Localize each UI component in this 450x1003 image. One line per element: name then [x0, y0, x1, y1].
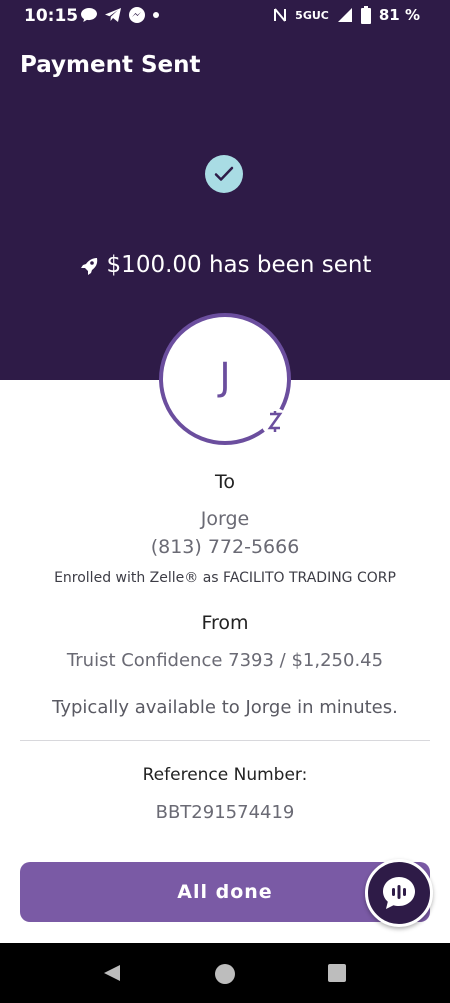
chat-icon	[383, 877, 415, 909]
nfc-icon	[274, 8, 287, 22]
sent-message-row: $100.00 has been sent	[0, 252, 450, 278]
chat-button[interactable]	[365, 859, 433, 927]
to-label: To	[214, 471, 235, 493]
rocket-icon	[80, 257, 97, 275]
reference-number: BBT291574419	[155, 802, 295, 823]
dot-icon	[153, 12, 159, 18]
signal-icon	[337, 8, 352, 22]
message-icon	[81, 8, 97, 22]
home-icon[interactable]	[214, 963, 236, 985]
recipient-phone: (813) 772-5666	[150, 536, 300, 558]
recipient-name: Jorge	[200, 508, 250, 530]
notification-icons	[80, 6, 160, 24]
from-account: Truist Confidence 7393 / $1,250.45	[66, 650, 384, 671]
battery-icon	[360, 6, 371, 24]
messenger-icon	[129, 7, 145, 23]
success-check	[205, 155, 243, 193]
status-bar: 10:15 5GUC 81 %	[0, 0, 450, 32]
recents-icon[interactable]	[327, 963, 347, 983]
battery-level: 81 %	[378, 6, 420, 24]
enrolled-text: Enrolled with Zelle® as FACILITO TRADING…	[54, 570, 396, 586]
status-time: 10:15	[24, 6, 79, 26]
telegram-icon	[105, 8, 121, 22]
from-label: From	[201, 612, 249, 634]
sent-message: $100.00 has been sent	[106, 252, 372, 278]
avatar-initial: J	[219, 355, 231, 399]
reference-label: Reference Number:	[142, 765, 308, 785]
status-right: 5GUC 81 %	[273, 6, 420, 24]
check-icon	[214, 166, 234, 181]
navigation-bar	[0, 943, 450, 1003]
back-icon[interactable]	[102, 963, 122, 983]
availability-text: Typically available to Jorge in minutes.	[52, 697, 398, 718]
network-label: 5GUC	[295, 8, 329, 22]
divider	[20, 740, 430, 741]
page-title: Payment Sent	[20, 52, 201, 78]
